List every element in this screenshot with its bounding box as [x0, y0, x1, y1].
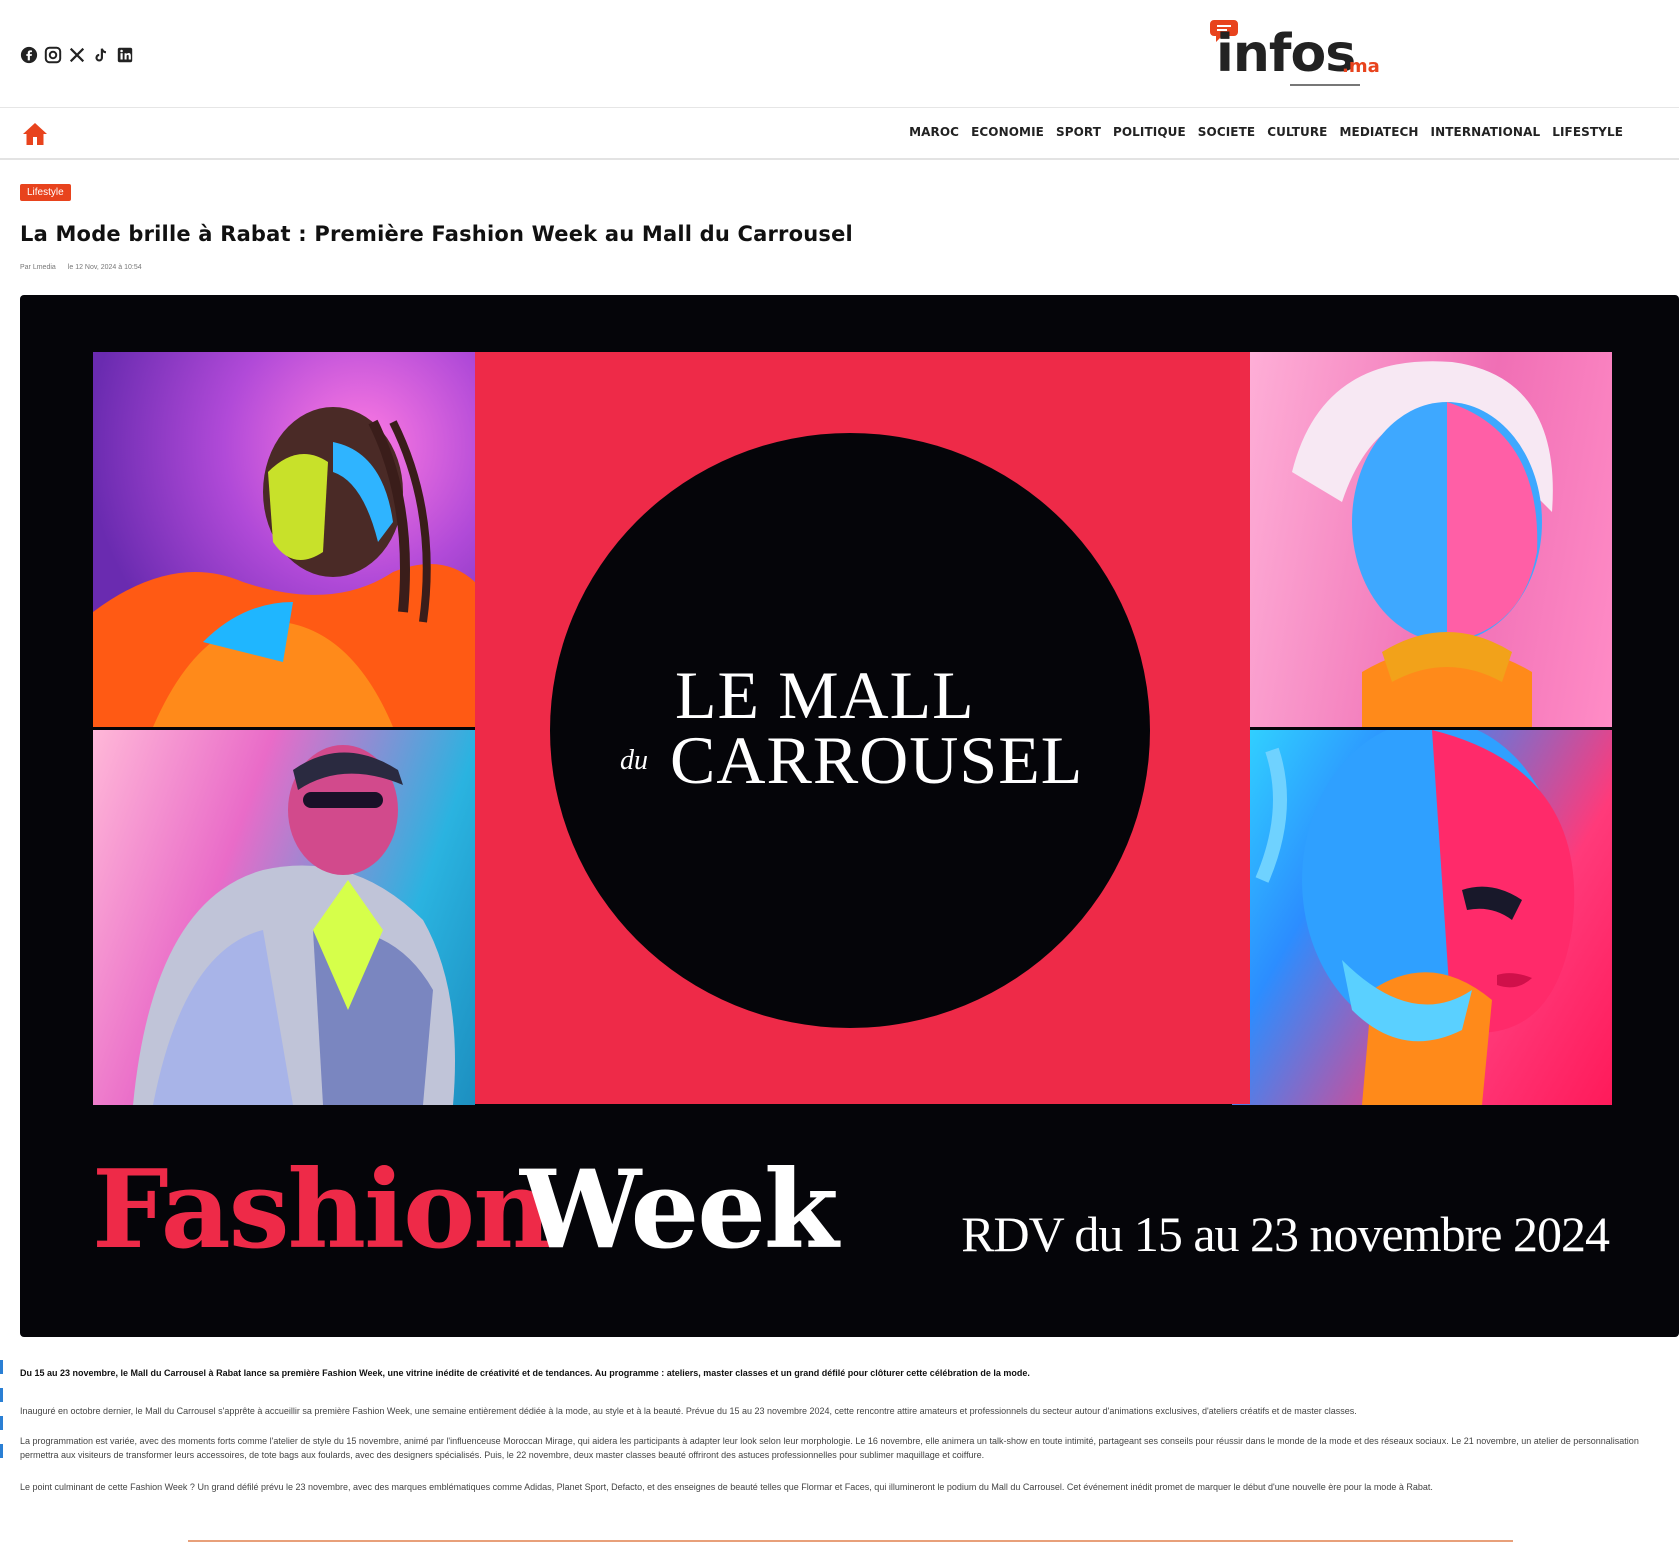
article-title: La Mode brille à Rabat : Première Fashio… — [20, 222, 853, 246]
article-paragraph: La programmation est variée, avec des mo… — [20, 1436, 1639, 1460]
tiktok-icon[interactable] — [92, 46, 110, 64]
article-lead: Du 15 au 23 novembre, le Mall du Carrous… — [20, 1368, 1030, 1378]
facebook-icon[interactable] — [20, 46, 38, 64]
nav-item-economie[interactable]: ECONOMIE — [971, 125, 1044, 139]
model-photo-top-right — [1232, 352, 1612, 727]
article-author: Par Lmedia — [20, 264, 56, 271]
model-photo-bottom-left — [93, 730, 475, 1105]
nav-item-mediatech[interactable]: MEDIATECH — [1339, 125, 1418, 139]
model-photo-top-left — [93, 352, 475, 727]
article-paragraph: Inauguré en octobre dernier, le Mall du … — [20, 1406, 1357, 1416]
nav-item-culture[interactable]: CULTURE — [1267, 125, 1327, 139]
linkedin-icon[interactable] — [116, 46, 134, 64]
section-divider — [188, 1540, 1513, 1542]
instagram-icon[interactable] — [44, 46, 62, 64]
x-icon[interactable] — [68, 46, 86, 64]
nav-item-maroc[interactable]: MAROC — [909, 125, 959, 139]
social-links — [20, 46, 134, 64]
nav-item-politique[interactable]: POLITIQUE — [1113, 125, 1186, 139]
nav-item-international[interactable]: INTERNATIONAL — [1431, 125, 1541, 139]
nav-items: MAROC ECONOMIE SPORT POLITIQUE SOCIETE C… — [909, 125, 1623, 139]
brand-line-le-mall: LE MALL — [675, 657, 975, 733]
home-icon — [23, 123, 47, 145]
fashion-word: Fashion — [92, 1147, 552, 1273]
nav-item-lifestyle[interactable]: LIFESTYLE — [1552, 125, 1623, 139]
category-badge[interactable]: Lifestyle — [20, 184, 71, 201]
nav-item-sport[interactable]: SPORT — [1056, 125, 1101, 139]
logo-tagline — [1290, 84, 1360, 88]
article-meta: Par Lmedia le 12 Nov, 2024 à 10:54 — [20, 264, 142, 271]
article-date: le 12 Nov, 2024 à 10:54 — [67, 264, 142, 271]
logo-wordmark: infos — [1216, 24, 1356, 84]
hero-image: LE MALL du CARROUSEL Fashion Week RDV du… — [20, 295, 1679, 1337]
nav-item-societe[interactable]: SOCIETE — [1198, 125, 1255, 139]
logo-tld: .ma — [1342, 56, 1380, 77]
site-logo[interactable]: infos .ma — [1210, 14, 1380, 94]
brand-line-carrousel: CARROUSEL — [670, 722, 1084, 798]
main-nav: MAROC ECONOMIE SPORT POLITIQUE SOCIETE C… — [0, 108, 1679, 160]
brand-du: du — [620, 745, 648, 776]
week-word: Week — [520, 1147, 839, 1273]
model-photo-bottom-right — [1232, 730, 1612, 1105]
share-sidebar-marks — [0, 1360, 3, 1470]
event-date-line: RDV du 15 au 23 novembre 2024 — [961, 1206, 1610, 1262]
article-paragraph: Le point culminant de cette Fashion Week… — [20, 1482, 1433, 1492]
site-header: infos .ma — [0, 0, 1679, 108]
